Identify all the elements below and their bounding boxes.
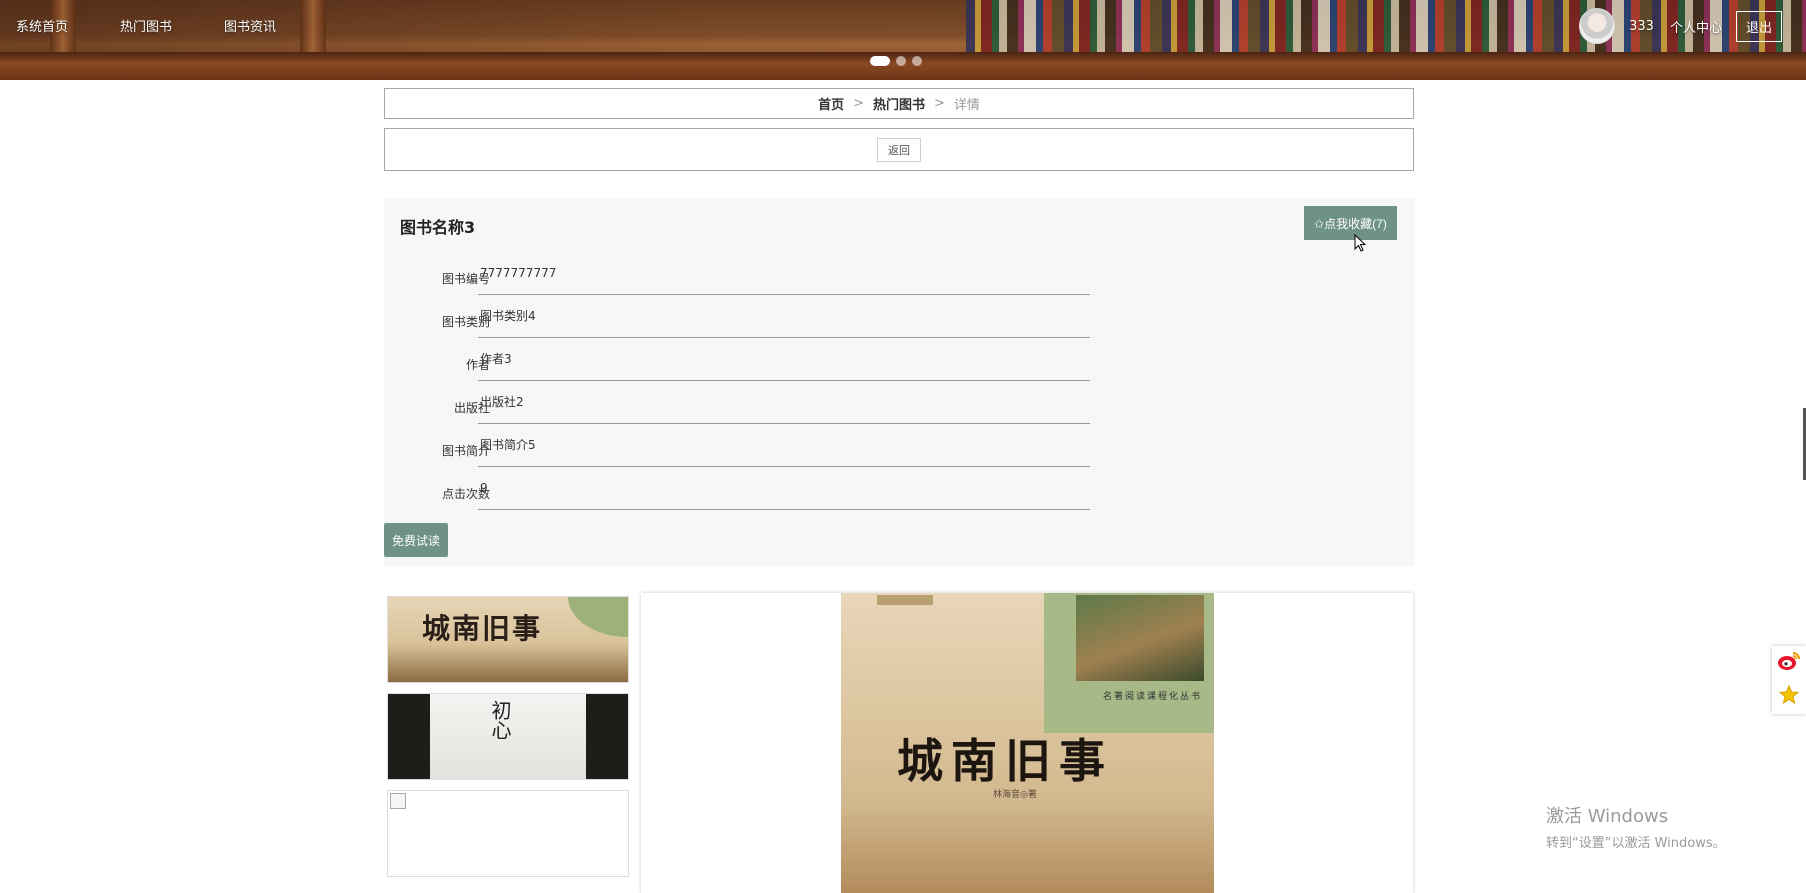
breadcrumb-current: 详情 (953, 98, 980, 113)
thumbnail-cover-title: 城南旧事 (422, 612, 543, 645)
main-image-viewer[interactable]: 名著阅读课程化丛书 城南旧事 林海音◎著 (641, 593, 1413, 893)
nav-item-book-news[interactable]: 图书资讯 (224, 16, 276, 35)
star-icon[interactable] (1778, 684, 1800, 710)
book-title: 图书名称3 (400, 218, 476, 237)
windows-activation-watermark: 激活 Windows 转到“设置”以激活 Windows。 (1546, 802, 1726, 851)
carousel-dot[interactable] (870, 56, 890, 66)
breadcrumb-separator: > (853, 96, 864, 111)
cover-photo (1076, 595, 1204, 681)
watermark-title: 激活 Windows (1546, 806, 1669, 827)
free-trial-button[interactable]: 免费试读 (384, 523, 448, 557)
weibo-icon[interactable] (1777, 650, 1801, 676)
logout-button[interactable]: 退出 (1735, 10, 1782, 42)
author-value: 作者3 (478, 346, 1090, 381)
field-row-book-number: 图书编号 7777777777 (384, 260, 1104, 303)
breadcrumb: 首页 > 热门图书 > 详情 (384, 88, 1414, 119)
book-number-value: 7777777777 (478, 260, 1090, 295)
click-count-value: 9 (478, 475, 1090, 510)
category-value: 图书类别4 (478, 303, 1090, 338)
publisher-value: 出版社2 (478, 389, 1090, 424)
top-banner: 系统首页 热门图书 图书资讯 333 个人中心 退出 (0, 0, 1806, 80)
thumbnail[interactable]: 初心 (387, 693, 629, 780)
share-float-bar (1772, 646, 1806, 714)
cover-series: 名著阅读课程化丛书 (1102, 692, 1202, 702)
cover-decoration (568, 597, 628, 637)
summary-value: 图书简介5 (478, 432, 1090, 467)
carousel-dots (870, 56, 922, 66)
field-row-author: 作者 作者3 (384, 346, 1104, 389)
cover-title: 城南旧事 (897, 734, 1113, 788)
main-nav: 系统首页 热门图书 图书资讯 (16, 16, 328, 35)
field-label: 作者 (465, 358, 490, 372)
thumbnail[interactable] (387, 790, 629, 877)
watermark-subtitle: 转到“设置”以激活 Windows。 (1546, 836, 1726, 851)
breadcrumb-separator: > (934, 96, 945, 111)
carousel-dot[interactable] (912, 56, 922, 66)
cover-decoration (877, 595, 933, 605)
field-label: 图书类别 (441, 315, 490, 329)
nav-item-hot-books[interactable]: 热门图书 (120, 16, 172, 35)
field-row-category: 图书类别 图书类别4 (384, 303, 1104, 346)
nav-item-home[interactable]: 系统首页 (16, 16, 68, 35)
breadcrumb-section[interactable]: 热门图书 (873, 94, 925, 113)
username: 333 (1629, 18, 1654, 34)
thumbnail[interactable]: 城南旧事 (387, 596, 629, 683)
breadcrumb-home[interactable]: 首页 (818, 94, 844, 113)
field-row-publisher: 出版社 出版社2 (384, 389, 1104, 432)
back-button[interactable]: 返回 (877, 137, 921, 162)
field-label: 出版社 (453, 401, 490, 415)
book-cover-image: 名著阅读课程化丛书 城南旧事 林海音◎著 (841, 593, 1214, 893)
thumbnail-cover-title: 初心 (488, 700, 512, 740)
field-row-summary: 图书简介 图书简介5 (384, 432, 1104, 475)
user-center-link[interactable]: 个人中心 (1670, 17, 1722, 36)
user-area: 333 个人中心 退出 (1579, 8, 1806, 44)
carousel-dot[interactable] (896, 56, 906, 66)
field-label: 图书简介 (441, 444, 490, 458)
field-label: 点击次数 (441, 487, 490, 501)
thumbnail-list: 城南旧事 初心 (387, 596, 629, 887)
broken-image-icon (390, 793, 406, 809)
back-bar: 返回 (384, 128, 1414, 171)
field-label: 图书编号 (441, 272, 490, 286)
favorite-button[interactable]: ✩点我收藏(7) (1304, 206, 1397, 240)
avatar[interactable] (1579, 8, 1616, 44)
book-detail-panel: 图书名称3 ✩点我收藏(7) 图书编号 7777777777 图书类别 图书类别… (384, 198, 1414, 566)
cover-author: 林海音◎著 (993, 790, 1037, 800)
mouse-cursor-icon (1354, 233, 1367, 256)
field-row-click-count: 点击次数 9 (384, 475, 1104, 518)
